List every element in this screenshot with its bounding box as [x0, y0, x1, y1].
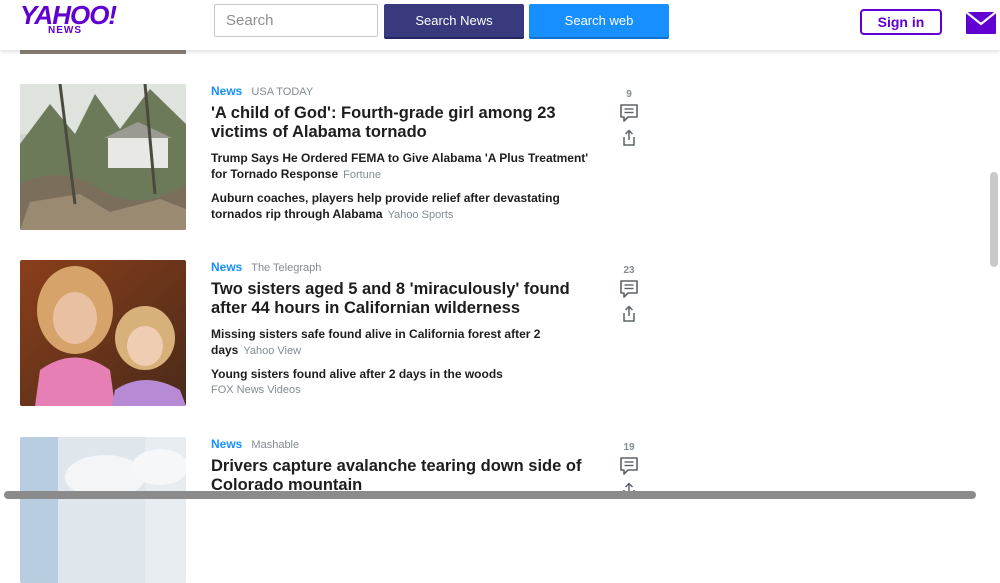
comment-count: 23 — [623, 265, 635, 276]
vertical-scrollbar[interactable] — [990, 172, 998, 267]
search-input[interactable] — [214, 4, 378, 37]
search-web-button[interactable]: Search web — [529, 4, 669, 37]
article-thumbnail[interactable] — [20, 84, 186, 230]
article-category[interactable]: News — [211, 84, 242, 98]
related-title[interactable]: Trump Says He Ordered FEMA to Give Alaba… — [211, 151, 588, 181]
related-link[interactable]: Young sisters found alive after 2 days i… — [211, 366, 591, 398]
related-title[interactable]: Auburn coaches, players help provide rel… — [211, 191, 560, 221]
article-meta: News The Telegraph — [211, 260, 321, 274]
article-meta: News USA TODAY — [211, 84, 313, 98]
related-title[interactable]: Young sisters found alive after 2 days i… — [211, 367, 503, 381]
comment-icon[interactable] — [619, 456, 639, 476]
sign-in-button[interactable]: Sign in — [860, 9, 942, 35]
article-thumbnail[interactable] — [20, 437, 186, 583]
related-source: Yahoo View — [243, 345, 302, 357]
article-headline[interactable]: 'A child of God': Fourth-grade girl amon… — [211, 104, 601, 142]
related-link[interactable]: Missing sisters safe found alive in Cali… — [211, 326, 551, 359]
mail-icon[interactable] — [966, 12, 996, 34]
article-category[interactable]: News — [211, 260, 242, 274]
comment-icon[interactable] — [619, 103, 639, 123]
search-news-button[interactable]: Search News — [384, 4, 524, 37]
share-icon[interactable] — [621, 129, 637, 147]
horizontal-scrollbar[interactable] — [4, 491, 976, 499]
article-source: Mashable — [251, 439, 300, 451]
comment-icon[interactable] — [619, 279, 639, 299]
yahoo-news-logo[interactable]: YAHOO! NEWS — [20, 2, 117, 36]
article-meta: News Mashable — [211, 437, 299, 451]
top-header: YAHOO! NEWS Search News Search web Sign … — [0, 0, 1000, 50]
article-headline[interactable]: Drivers capture avalanche tearing down s… — [211, 457, 601, 495]
article-thumbnail[interactable] — [20, 260, 186, 406]
comment-count: 19 — [623, 442, 635, 453]
related-source: Fortune — [343, 169, 382, 181]
article-source: USA TODAY — [251, 86, 314, 98]
article-source: The Telegraph — [251, 262, 322, 274]
related-link[interactable]: Trump Says He Ordered FEMA to Give Alaba… — [211, 150, 591, 183]
related-link[interactable]: Auburn coaches, players help provide rel… — [211, 190, 591, 223]
related-source: Yahoo Sports — [387, 209, 454, 221]
share-icon[interactable] — [621, 305, 637, 323]
related-source: FOX News Videos — [211, 384, 301, 396]
comment-count: 9 — [626, 89, 632, 100]
article-category[interactable]: News — [211, 437, 242, 451]
article-headline[interactable]: Two sisters aged 5 and 8 'miraculously' … — [211, 280, 601, 318]
